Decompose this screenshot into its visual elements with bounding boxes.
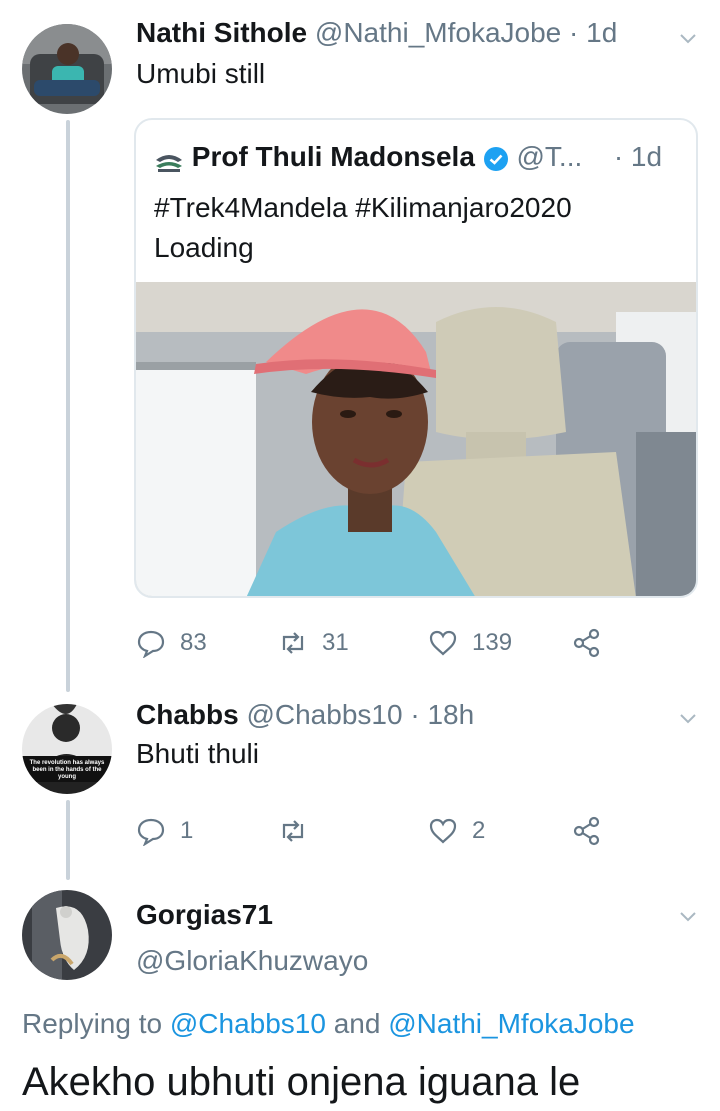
share-icon [573, 628, 600, 658]
tweet2-author-name[interactable]: Chabbs [136, 699, 239, 730]
thread-line-2 [66, 800, 70, 880]
mention-chabbs[interactable]: @Chabbs10 [170, 1008, 326, 1039]
svg-text:been in the hands of the: been in the hands of the [32, 767, 102, 773]
verified-badge-icon [483, 146, 509, 172]
like-icon [429, 818, 457, 844]
chevron-down-icon[interactable] [676, 904, 700, 928]
tweet2-like-action[interactable]: 2 [428, 816, 485, 846]
avatar-chabbs[interactable]: The revolution has always been in the ha… [22, 704, 112, 794]
tweet1-retweet-count: 31 [322, 629, 349, 656]
tweet1-retweet-action[interactable]: 31 [278, 628, 349, 658]
tweet1-share-action[interactable] [572, 628, 602, 658]
tweet1-text: Umubi still [136, 58, 266, 89]
quoted-timestamp: 1d [630, 141, 663, 172]
tweet2-reply-count: 1 [180, 817, 194, 844]
reply-icon [137, 630, 165, 658]
tweet1-timestamp: 1d [586, 17, 618, 48]
quoted-author-avatar-icon [154, 148, 184, 172]
retweet-icon [282, 820, 304, 842]
tweet2-like-count: 2 [472, 817, 486, 844]
reply-icon [137, 818, 165, 846]
tweet1-reply-action[interactable]: 83 [136, 628, 207, 658]
svg-text:The revolution has always: The revolution has always [30, 760, 105, 766]
quoted-text-line2: Loading [154, 232, 254, 263]
tweet2-timestamp: 18h [427, 699, 475, 730]
tweet1-author-name[interactable]: Nathi Sithole [136, 17, 307, 48]
quoted-tweet-text: #Trek4Mandela #Kilimanjaro2020 Loading [154, 188, 572, 268]
quoted-tweet-card[interactable]: Prof Thuli Madonsela @T... · 1d #Trek4Ma… [134, 118, 698, 598]
chevron-down-icon[interactable] [676, 26, 700, 50]
chevron-down-icon[interactable] [676, 706, 700, 730]
tweet1-like-action[interactable]: 139 [428, 628, 512, 658]
replying-and: and [333, 1008, 381, 1039]
tweet1-like-count: 139 [472, 629, 513, 656]
tweet2-reply-action[interactable]: 1 [136, 816, 193, 846]
tweet2-author-handle[interactable]: @Chabbs10 [246, 699, 402, 730]
quoted-separator: · [613, 141, 624, 172]
tweet1-author-handle[interactable]: @Nathi_MfokaJobe [315, 17, 561, 48]
avatar-nathi[interactable] [22, 24, 112, 114]
tweet1-separator: · [569, 17, 579, 48]
quoted-author-name[interactable]: Prof Thuli Madonsela [192, 141, 475, 172]
mention-nathi[interactable]: @Nathi_MfokaJobe [388, 1008, 634, 1039]
tweet3-text: Akekho ubhuti onjena iguana le [22, 1060, 581, 1104]
quoted-hashtags[interactable]: #Trek4Mandela #Kilimanjaro2020 [154, 188, 572, 228]
quoted-tweet-photo[interactable] [136, 282, 696, 596]
retweet-icon [282, 632, 304, 654]
tweet3-header: Gorgias71 [136, 898, 273, 932]
like-icon [429, 630, 457, 656]
tweet3-author-handle[interactable]: @GloriaKhuzwayo [136, 945, 368, 976]
tweet3-author-name[interactable]: Gorgias71 [136, 899, 273, 930]
avatar-gorgias[interactable] [22, 890, 112, 980]
share-icon [573, 816, 600, 846]
quoted-author-handle[interactable]: @T... [516, 141, 582, 172]
thread-line-1 [66, 120, 70, 692]
tweet2-retweet-action[interactable] [278, 816, 308, 846]
tweet2-header: Chabbs @Chabbs10 · 18h [136, 698, 474, 732]
replying-to-label: Replying to [22, 1008, 163, 1039]
svg-text:young: young [58, 774, 76, 780]
tweet3-handle-row: @GloriaKhuzwayo [136, 944, 368, 978]
tweet2-share-action[interactable] [572, 816, 602, 846]
tweet2-separator: · [410, 699, 420, 730]
tweet1-reply-count: 83 [180, 629, 207, 656]
quoted-tweet-header: Prof Thuli Madonsela @T... · 1d [154, 140, 662, 174]
tweet2-text: Bhuti thuli [136, 738, 259, 769]
tweet1-header: Nathi Sithole @Nathi_MfokaJobe · 1d [136, 16, 617, 50]
replying-to-line: Replying to @Chabbs10 and @Nathi_MfokaJo… [22, 1006, 635, 1042]
